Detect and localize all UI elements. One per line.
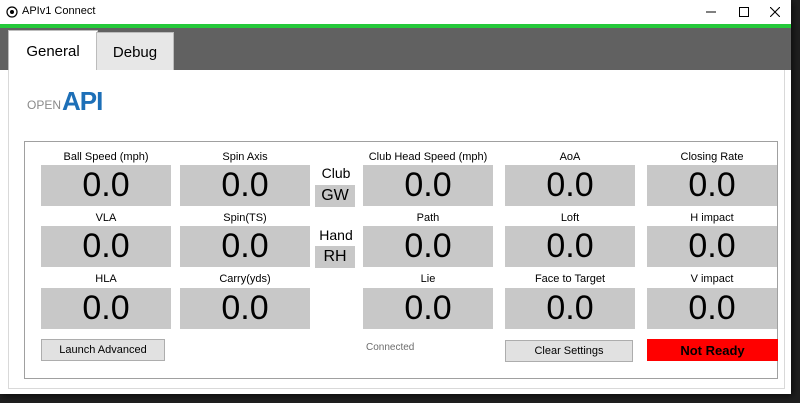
hla-value: 0.0 [41, 288, 171, 329]
vla-value: 0.0 [41, 226, 171, 267]
hand-label: Hand [319, 227, 353, 243]
club-label: Club [321, 165, 351, 181]
close-icon [770, 7, 780, 17]
club-value[interactable]: GW [315, 185, 355, 207]
path-label: Path [416, 212, 440, 224]
ball-speed-value: 0.0 [41, 165, 171, 206]
h-impact-label: H impact [690, 212, 734, 224]
ball-speed-label: Ball Speed (mph) [63, 151, 149, 163]
closing-rate-label: Closing Rate [680, 151, 744, 163]
minimize-button[interactable] [695, 0, 727, 24]
loft-value: 0.0 [505, 226, 635, 267]
title-bar: APIv1 Connect [0, 0, 791, 24]
app-icon [6, 6, 18, 18]
minimize-icon [706, 11, 716, 13]
maximize-button[interactable] [728, 0, 760, 24]
tab-general[interactable]: General [8, 30, 98, 71]
carry-label: Carry(yds) [219, 273, 271, 285]
launch-advanced-button[interactable]: Launch Advanced [41, 339, 165, 361]
close-button[interactable] [759, 0, 791, 24]
v-impact-value: 0.0 [647, 288, 777, 329]
general-tab-content: OPEN API Ball Speed (mph) 0.0 Spin Axis 0… [8, 70, 785, 389]
aoa-label: AoA [559, 151, 581, 163]
spin-ts-label: Spin(TS) [223, 212, 267, 224]
tab-debug[interactable]: Debug [96, 32, 174, 72]
lie-label: Lie [420, 273, 436, 285]
face-to-target-label: Face to Target [534, 273, 606, 285]
tab-bar: General Debug [0, 28, 791, 72]
club-head-speed-value: 0.0 [363, 165, 493, 206]
hand-value[interactable]: RH [315, 246, 355, 268]
carry-value: 0.0 [180, 288, 310, 329]
club-head-speed-label: Club Head Speed (mph) [368, 151, 488, 163]
v-impact-label: V impact [690, 273, 734, 285]
loft-label: Loft [560, 212, 580, 224]
spin-axis-value: 0.0 [180, 165, 310, 206]
h-impact-value: 0.0 [647, 226, 777, 267]
lie-value: 0.0 [363, 288, 493, 329]
closing-rate-value: 0.0 [647, 165, 777, 206]
aoa-value: 0.0 [505, 165, 635, 206]
clear-settings-button[interactable]: Clear Settings [505, 340, 633, 362]
hla-label: HLA [95, 273, 117, 285]
connection-status: Connected [366, 342, 415, 353]
path-value: 0.0 [363, 226, 493, 267]
metrics-panel: Ball Speed (mph) 0.0 Spin Axis 0.0 Club … [24, 141, 778, 379]
app-window: APIv1 Connect General Debug OPEN API Ball… [0, 0, 791, 394]
maximize-icon [739, 7, 749, 17]
spin-ts-value: 0.0 [180, 226, 310, 267]
face-to-target-value: 0.0 [505, 288, 635, 329]
window-title: APIv1 Connect [22, 5, 96, 17]
vla-label: VLA [95, 212, 117, 224]
spin-axis-label: Spin Axis [222, 151, 268, 163]
openapi-logo: OPEN API [27, 86, 103, 116]
ready-status-indicator: Not Ready [647, 339, 778, 361]
